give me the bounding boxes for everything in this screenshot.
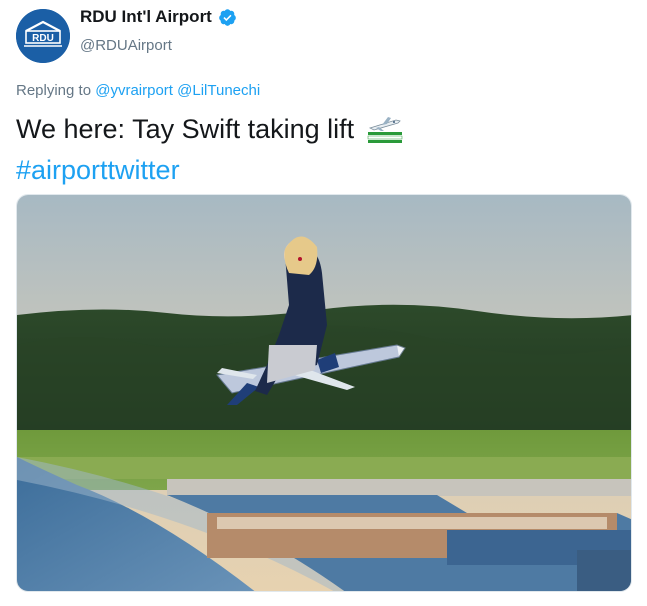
- avatar[interactable]: RDU: [16, 9, 70, 63]
- tweet-text: We here: Tay Swift taking lift #airportt…: [16, 112, 626, 188]
- author-name-row: RDU Int'l Airport: [80, 7, 237, 27]
- avatar-logo-text: RDU: [32, 33, 54, 44]
- hashtag-airporttwitter[interactable]: #airporttwitter: [16, 155, 180, 185]
- photo-icon: [17, 195, 631, 591]
- rdu-logo-icon: RDU: [16, 9, 70, 63]
- replying-to-line: Replying to @yvrairport @LilTunechi: [16, 82, 260, 99]
- mention-liltunechi[interactable]: @LilTunechi: [177, 82, 260, 99]
- verified-badge-icon: [219, 8, 236, 26]
- tweet-media-photo[interactable]: [16, 194, 632, 592]
- author-handle[interactable]: @RDUAirport: [80, 37, 172, 54]
- airplane-departure-flag-icon: [366, 114, 404, 153]
- mention-yvrairport[interactable]: @yvrairport: [95, 82, 173, 99]
- tweet-body: We here: Tay Swift taking lift: [16, 114, 355, 144]
- display-name[interactable]: RDU Int'l Airport: [80, 7, 212, 27]
- reply-prefix: Replying to: [16, 82, 92, 99]
